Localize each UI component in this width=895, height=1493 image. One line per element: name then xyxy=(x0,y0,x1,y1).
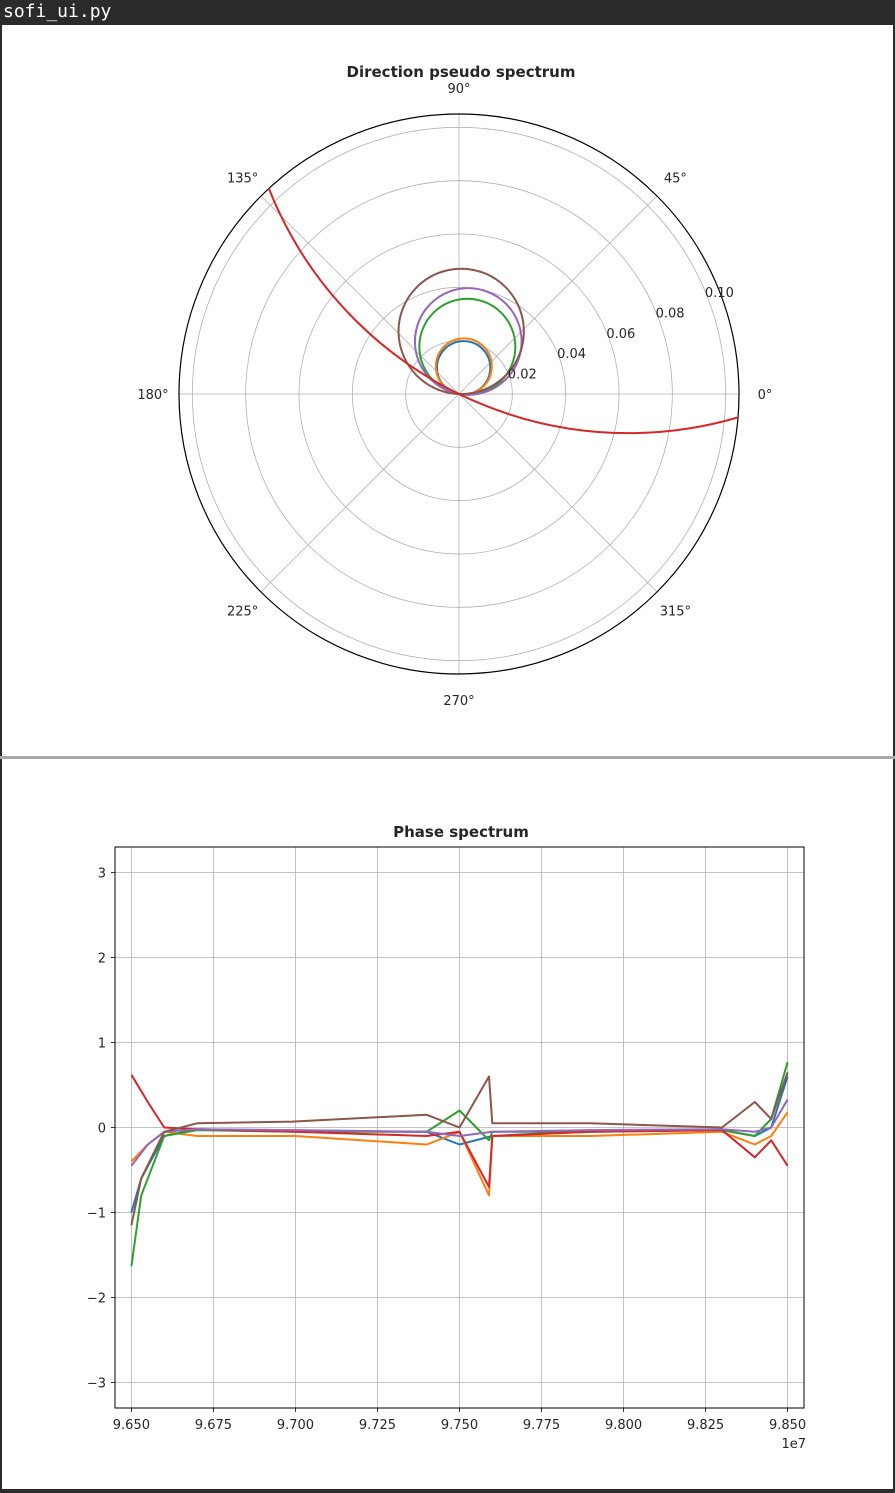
phase-y-tick-label: −2 xyxy=(87,1292,106,1307)
polar-angle-label: 270° xyxy=(443,694,474,709)
phase-chart-title: Phase spectrum xyxy=(393,823,529,841)
phase-x-tick-label: 9.775 xyxy=(523,1418,560,1433)
polar-plot-panel: Direction pseudo spectrum 0° 45° 90° 135° 18… xyxy=(2,25,893,756)
phase-x-tick-label: 9.750 xyxy=(441,1418,478,1433)
polar-grid-spoke xyxy=(260,195,460,395)
phase-x-tick-label: 9.700 xyxy=(277,1418,314,1433)
polar-angle-label: 180° xyxy=(137,388,168,403)
polar-angle-label: 315° xyxy=(660,604,691,619)
phase-y-tick-label: −3 xyxy=(87,1377,106,1392)
polar-radial-tick-label: 0.02 xyxy=(508,368,537,383)
polar-angle-label: 0° xyxy=(758,388,773,403)
polar-series-curve xyxy=(240,114,739,435)
polar-angle-label: 90° xyxy=(447,82,470,97)
phase-x-tick-label: 9.650 xyxy=(113,1418,150,1433)
polar-grid-spoke xyxy=(458,393,658,593)
polar-radial-tick-label: 0.06 xyxy=(606,327,635,342)
polar-radial-tick-label: 0.10 xyxy=(705,286,734,301)
phase-y-tick-label: −1 xyxy=(87,1207,106,1222)
phase-x-tick-label: 9.675 xyxy=(195,1418,232,1433)
polar-angle-label: 135° xyxy=(227,172,258,187)
phase-plot-panel: Phase spectrum 9.650 9.675 9.700 9.725 9.750… xyxy=(2,759,893,1489)
polar-radial-tick-label: 0.08 xyxy=(656,306,685,321)
phase-y-tick-label: 0 xyxy=(98,1122,106,1137)
phase-chart: Phase spectrum 9.650 9.675 9.700 9.725 9.750… xyxy=(87,823,806,1452)
phase-x-tick-label: 9.850 xyxy=(769,1418,806,1433)
phase-x-tick-label: 9.725 xyxy=(359,1418,396,1433)
polar-angle-label: 45° xyxy=(664,172,687,187)
phase-x-tick-label: 9.800 xyxy=(605,1418,642,1433)
window-titlebar: sofi_ui.py xyxy=(0,0,895,25)
phase-x-tick-label: 9.825 xyxy=(687,1418,724,1433)
polar-radial-tick-label: 0.04 xyxy=(557,347,586,362)
polar-grid-spoke xyxy=(260,393,460,593)
window-title: sofi_ui.py xyxy=(3,1,112,22)
phase-y-tick-label: 2 xyxy=(98,952,106,967)
phase-y-tick-label: 3 xyxy=(98,867,106,882)
polar-chart-title: Direction pseudo spectrum xyxy=(347,63,576,81)
phase-y-tick-label: 1 xyxy=(98,1037,106,1052)
polar-grid-spoke xyxy=(458,195,658,395)
polar-angle-label: 225° xyxy=(227,604,258,619)
x-offset-label: 1e7 xyxy=(781,1437,806,1452)
polar-chart: Direction pseudo spectrum 0° 45° 90° 135° 18… xyxy=(137,63,773,709)
